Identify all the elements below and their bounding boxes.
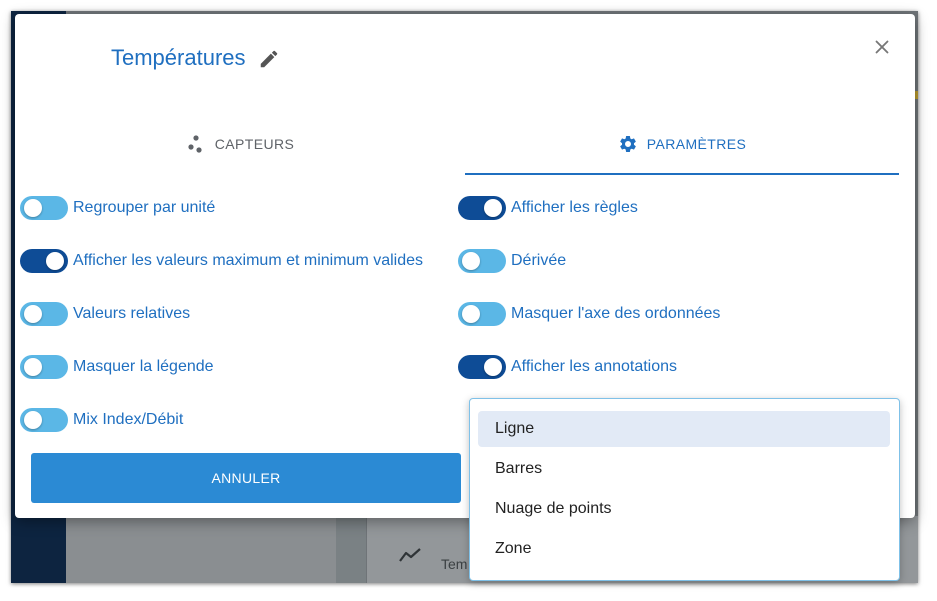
toggle-label: Afficher les règles xyxy=(511,199,638,216)
toggle-row-group-by-unit[interactable]: Regrouper par unité xyxy=(20,194,215,222)
toggle-switch[interactable] xyxy=(20,302,68,326)
background-divider xyxy=(336,516,366,583)
toggle-row-hide-legend[interactable]: Masquer la légende xyxy=(20,353,214,381)
scatter-dots-icon xyxy=(188,135,202,153)
toggle-switch[interactable] xyxy=(458,302,506,326)
toggle-label: Afficher les annotations xyxy=(511,358,678,375)
toggle-row-relative-values[interactable]: Valeurs relatives xyxy=(20,300,190,328)
toggle-knob xyxy=(24,199,42,217)
background-panel xyxy=(66,516,336,583)
toggle-row-hide-y-axis[interactable]: Masquer l'axe des ordonnées xyxy=(458,300,720,328)
toggle-label: Masquer la légende xyxy=(73,358,214,375)
toggle-knob xyxy=(462,305,480,323)
toggle-row-mix-index-flow[interactable]: Mix Index/Débit xyxy=(20,406,183,434)
tab-sensors[interactable]: CAPTEURS xyxy=(15,114,465,174)
toggle-switch[interactable] xyxy=(20,196,68,220)
gear-icon xyxy=(619,135,636,152)
tab-settings-label: PARAMÈTRES xyxy=(646,136,747,152)
close-icon[interactable] xyxy=(871,36,893,58)
toggle-row-show-min-max[interactable]: Afficher les valeurs maximum et minimum … xyxy=(20,247,423,275)
toggle-row-derivative[interactable]: Dérivée xyxy=(458,247,566,275)
toggle-label: Masquer l'axe des ordonnées xyxy=(511,305,721,322)
toggle-label: Mix Index/Débit xyxy=(73,411,184,428)
background-chart-title: Tem xyxy=(441,556,468,572)
menu-option-scatter[interactable]: Nuage de points xyxy=(478,491,890,527)
dialog-title: Températures xyxy=(111,45,246,70)
toggle-switch[interactable] xyxy=(20,249,68,273)
toggle-knob xyxy=(484,199,502,217)
tab-settings[interactable]: PARAMÈTRES xyxy=(465,114,899,174)
tab-sensors-label: CAPTEURS xyxy=(214,136,295,152)
toggle-switch[interactable] xyxy=(458,196,506,220)
active-tab-indicator xyxy=(465,173,899,175)
toggle-label: Dérivée xyxy=(511,252,567,269)
toggle-row-show-rules[interactable]: Afficher les règles xyxy=(458,194,638,222)
line-chart-icon xyxy=(399,548,421,562)
menu-option-area[interactable]: Zone xyxy=(478,531,890,567)
toggle-switch[interactable] xyxy=(20,408,68,432)
cancel-button[interactable]: ANNULER xyxy=(31,453,461,503)
menu-option-line[interactable]: Ligne xyxy=(478,411,890,447)
toggle-knob xyxy=(24,411,42,429)
pencil-icon[interactable] xyxy=(258,48,280,70)
menu-option-bars[interactable]: Barres xyxy=(478,451,890,487)
toggle-row-show-annotations[interactable]: Afficher les annotations xyxy=(458,353,677,381)
toggle-knob xyxy=(24,358,42,376)
toggle-label: Valeurs relatives xyxy=(73,305,191,322)
chart-type-menu: Ligne Barres Nuage de points Zone xyxy=(469,398,900,581)
toggle-knob xyxy=(46,252,64,270)
toggle-knob xyxy=(462,252,480,270)
toggle-switch[interactable] xyxy=(458,355,506,379)
toggle-label: Regrouper par unité xyxy=(73,199,216,216)
toggle-switch[interactable] xyxy=(20,355,68,379)
toggle-knob xyxy=(484,358,502,376)
toggle-switch[interactable] xyxy=(458,249,506,273)
toggle-knob xyxy=(24,305,42,323)
toggle-label: Afficher les valeurs maximum et minimum … xyxy=(73,252,424,269)
